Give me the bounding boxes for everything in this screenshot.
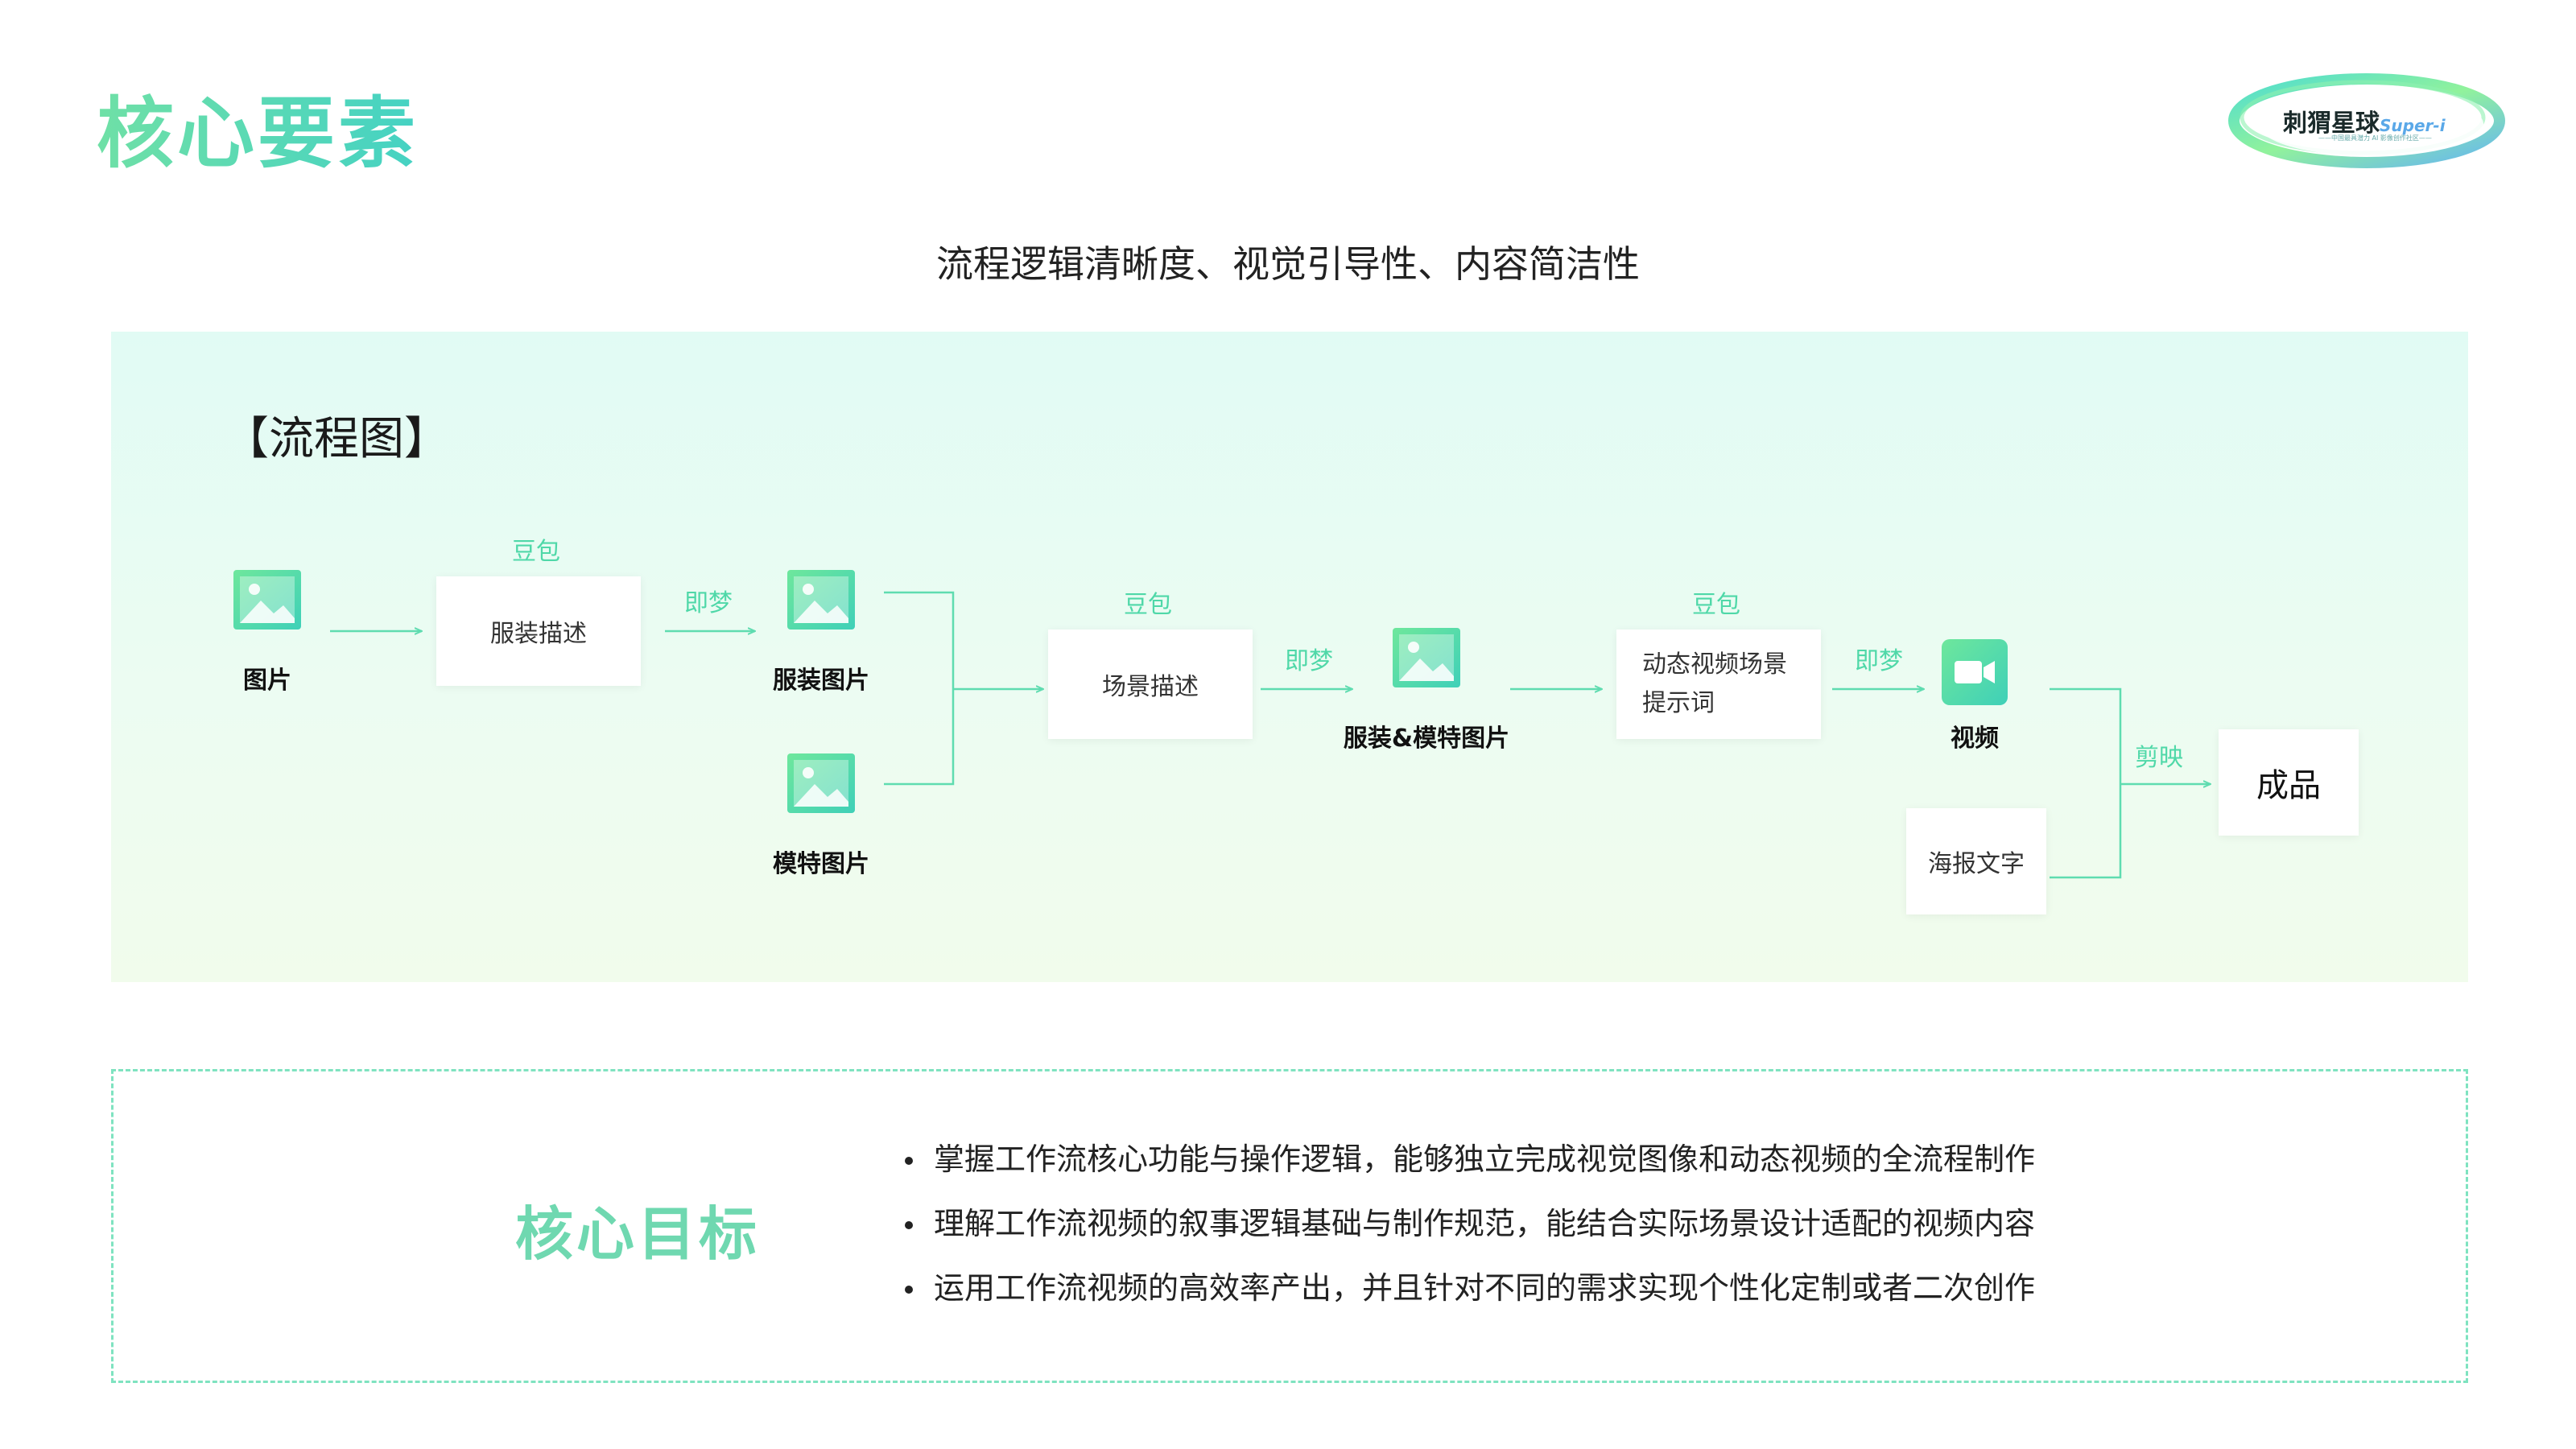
node-poster-text: 海报文字 bbox=[1906, 808, 2046, 914]
tool-label-jimeng: 即梦 bbox=[684, 589, 733, 617]
node-clothing-model-image-label: 服装&模特图片 bbox=[1343, 724, 1510, 753]
goal-item: 理解工作流视频的叙事逻辑基础与制作规范，能结合实际场景设计适配的视频内容 bbox=[902, 1191, 2035, 1256]
page-subtitle: 流程逻辑清晰度、视觉引导性、内容简洁性 bbox=[936, 242, 1640, 286]
page-title: 核心要素 bbox=[97, 71, 419, 183]
goal-item: 掌握工作流核心功能与操作逻辑，能够独立完成视觉图像和动态视频的全流程制作 bbox=[902, 1127, 2035, 1191]
image-icon bbox=[233, 570, 301, 630]
core-goals-title: 核心目标 bbox=[515, 1200, 761, 1268]
node-model-image-label: 模特图片 bbox=[773, 850, 869, 878]
goal-item: 运用工作流视频的高效率产出，并且针对不同的需求实现个性化定制或者二次创作 bbox=[902, 1256, 2035, 1320]
brand-logo: 刺猬星球Super-i ——中国最具潜力 AI 影像创作社区—— bbox=[2222, 68, 2512, 172]
tool-label-jimeng: 即梦 bbox=[1285, 647, 1333, 675]
tool-label-jimeng: 即梦 bbox=[1855, 647, 1903, 675]
tool-label-jianying: 剪映 bbox=[2135, 744, 2183, 772]
tool-label-doubao: 豆包 bbox=[512, 538, 560, 566]
node-final-product: 成品 bbox=[2219, 729, 2359, 836]
node-video-prompt: 动态视频场景 提示词 bbox=[1616, 630, 1821, 739]
image-icon bbox=[787, 753, 855, 813]
node-image-label: 图片 bbox=[243, 667, 291, 695]
node-clothing-description: 服装描述 bbox=[436, 576, 641, 686]
node-scene-description: 场景描述 bbox=[1048, 630, 1253, 739]
node-clothing-image-label: 服装图片 bbox=[773, 667, 869, 695]
flowchart-title: 【流程图】 bbox=[224, 413, 449, 465]
core-goals-list: 掌握工作流核心功能与操作逻辑，能够独立完成视觉图像和动态视频的全流程制作 理解工… bbox=[902, 1127, 2035, 1320]
logo-tagline: ——中国最具潜力 AI 影像创作社区—— bbox=[2318, 134, 2432, 142]
image-icon bbox=[1393, 628, 1460, 687]
node-video-label: 视频 bbox=[1951, 724, 1999, 753]
tool-label-doubao: 豆包 bbox=[1692, 591, 1740, 619]
logo-suffix: Super-i bbox=[2380, 116, 2446, 135]
tool-label-doubao: 豆包 bbox=[1124, 591, 1172, 619]
image-icon bbox=[787, 570, 855, 630]
video-camera-icon bbox=[1942, 639, 2008, 705]
